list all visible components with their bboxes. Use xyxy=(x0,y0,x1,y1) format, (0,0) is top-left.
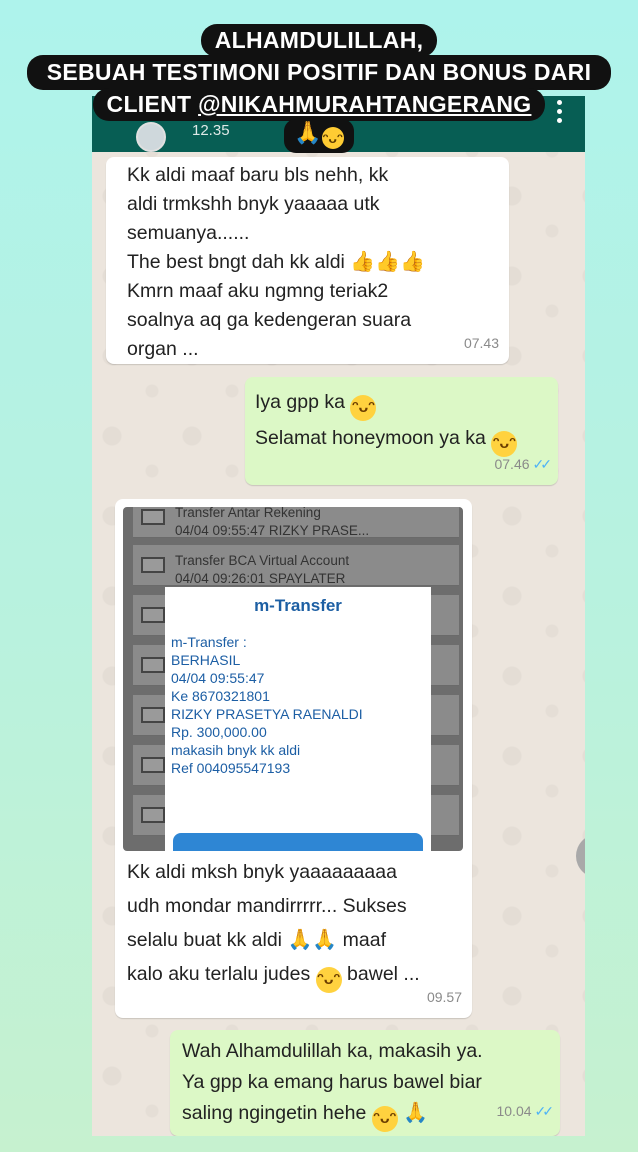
grin-emoji-icon: ᵔᴗᵔ xyxy=(350,395,377,421)
story-headline: ALHAMDULILLAH, SEBUAH TESTIMONI POSITIF … xyxy=(0,24,638,153)
message-time: 10.04 xyxy=(496,1103,532,1119)
message-time: 07.46 xyxy=(494,456,530,472)
transfer-popup: m-Transfer m-Transfer : BERHASIL 04/04 0… xyxy=(165,587,431,851)
pray-emoji-icon: 🙏🙏 xyxy=(287,929,338,951)
popup-line: RIZKY PRASETYA RAENALDI xyxy=(171,706,363,722)
message-text-line: selalu buat kk aldi xyxy=(127,929,283,951)
mail-icon xyxy=(141,557,165,573)
popup-button xyxy=(173,833,423,851)
message-incoming[interactable]: Kk aldi maaf baru bls nehh, kk aldi trmk… xyxy=(106,157,509,364)
pray-emoji-icon: 🙏 xyxy=(294,120,322,145)
headline-line: ALHAMDULILLAH, xyxy=(200,24,438,57)
message-text-line: Iya gpp ka xyxy=(255,391,345,413)
mail-icon xyxy=(141,707,165,723)
message-meta: 10.04 ✓✓ xyxy=(496,1097,555,1126)
laughing-emoji-icon: ᵔᴗᵔ xyxy=(315,967,342,993)
transaction-row: Transfer BCA Virtual Account 04/04 09:26… xyxy=(133,545,459,586)
popup-title: m-Transfer xyxy=(254,596,342,615)
message-text-line: Wah Alhamdulillah ka, makasih ya. xyxy=(182,1040,483,1062)
read-ticks-icon: ✓✓ xyxy=(534,1103,555,1119)
headline-line: SEBUAH TESTIMONI POSITIF DAN BONUS DARI xyxy=(26,55,612,90)
popup-line: Rp. 300,000.00 xyxy=(171,724,267,740)
message-text-line: aldi trmkshh bnyk yaaaaa utk xyxy=(127,193,380,215)
message-text-line: organ ... xyxy=(127,338,199,360)
message-text-line: The best bngt dah kk aldi xyxy=(127,251,345,273)
popup-line: m-Transfer : xyxy=(171,634,247,650)
popup-line: 04/04 09:55:47 xyxy=(171,670,265,686)
message-time: 07.43 xyxy=(463,335,499,351)
mail-icon xyxy=(141,607,165,623)
popup-line: Ke 8670321801 xyxy=(171,688,270,704)
message-time: 09.57 xyxy=(426,989,462,1005)
transaction-detail: 04/04 09:55:47 RIZKY PRASE... xyxy=(175,523,370,538)
account-handle-link[interactable]: @NIKAHMURAHTANGERANG xyxy=(198,91,531,117)
message-text-line: kalo aku terlalu judes xyxy=(127,963,311,985)
message-text-line: semuanya...... xyxy=(127,222,250,244)
message-text-line: Selamat honeymoon ya ka xyxy=(255,427,486,449)
popup-line: BERHASIL xyxy=(171,652,241,668)
mail-icon xyxy=(141,657,165,673)
headline-emoji: 🙏ᵔᴗᵔ xyxy=(284,119,354,153)
mail-icon xyxy=(141,509,165,525)
message-text-line: Kk aldi maaf baru bls nehh, kk xyxy=(127,164,389,186)
headline-prefix: CLIENT xyxy=(106,91,199,117)
message-text-line: Ya gpp ka emang harus bawel biar xyxy=(182,1071,482,1093)
transfer-screenshot[interactable]: Transfer Antar Rekening 04/04 09:55:47 R… xyxy=(123,507,463,851)
message-text-line: maaf xyxy=(342,929,387,951)
message-incoming-image[interactable]: Transfer Antar Rekening 04/04 09:55:47 R… xyxy=(115,499,472,1018)
message-text-line: saling ngingetin hehe xyxy=(182,1102,367,1124)
forward-icon[interactable]: ➦ xyxy=(576,834,585,878)
smile-emoji-icon: ᵔᴗᵔ xyxy=(321,127,344,149)
message-text-line: udh mondar mandirrrrr... Sukses xyxy=(127,895,407,917)
message-meta: 07.46 ✓✓ xyxy=(494,450,553,479)
transaction-row: Transfer Antar Rekening 04/04 09:55:47 R… xyxy=(133,507,459,538)
grin-emoji-icon: ᵔᴗᵔ xyxy=(371,1106,398,1132)
pray-emoji-icon: 🙏 xyxy=(403,1102,429,1124)
popup-line: makasih bnyk kk aldi xyxy=(171,742,301,758)
message-text-line: Kk aldi mksh bnyk yaaaaaaaaa xyxy=(127,861,397,883)
chat-screen: 12.35 Kk aldi maaf baru bls nehh, kk ald… xyxy=(92,96,585,1136)
headline-line: CLIENT @NIKAHMURAHTANGERANG xyxy=(92,88,546,121)
read-ticks-icon: ✓✓ xyxy=(532,456,553,472)
mail-icon xyxy=(141,757,165,773)
message-text-line: Kmrn maaf aku ngmng teriak2 xyxy=(127,280,389,302)
popup-line: Ref 004095547193 xyxy=(171,760,291,776)
thumbs-up-icon: 👍👍👍 xyxy=(350,251,426,273)
popup-details: m-Transfer : BERHASIL 04/04 09:55:47 Ke … xyxy=(171,633,363,777)
message-text-line: bawel ... xyxy=(347,963,420,985)
message-outgoing[interactable]: Iya gpp ka ᵔᴗᵔ Selamat honeymoon ya ka ᵔ… xyxy=(245,377,558,485)
message-text-line: soalnya aq ga kedengeran suara xyxy=(127,309,412,331)
mail-icon xyxy=(141,807,165,823)
message-outgoing[interactable]: Wah Alhamdulillah ka, makasih ya. Ya gpp… xyxy=(170,1030,560,1136)
